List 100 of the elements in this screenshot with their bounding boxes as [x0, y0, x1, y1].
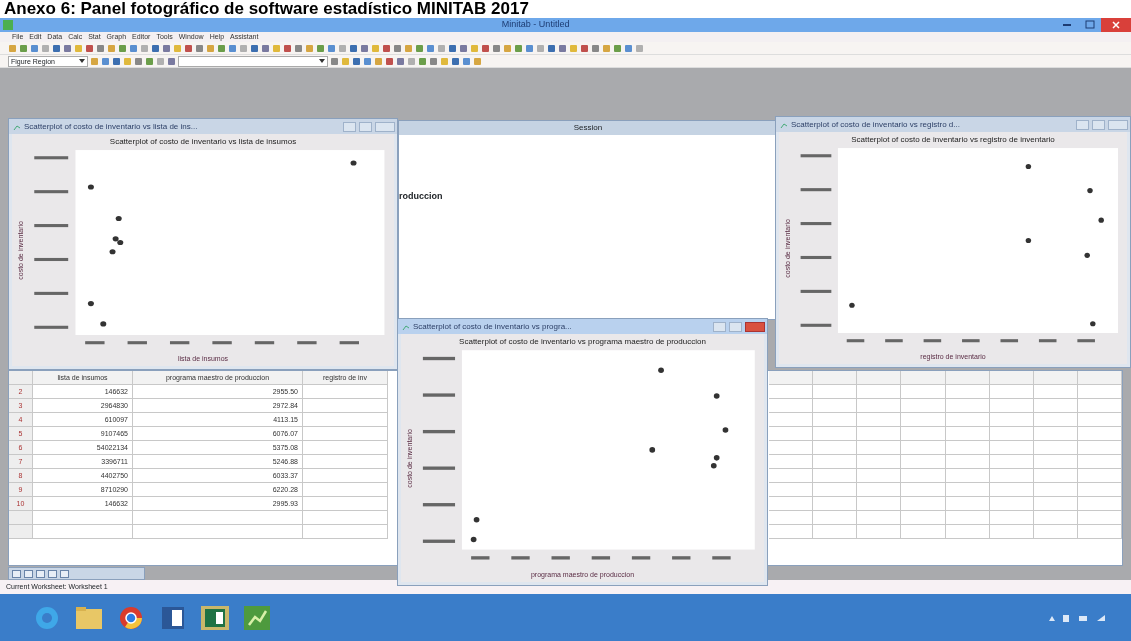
window-title: Scatterplot of costo de inventario vs registro d... — [791, 118, 961, 131]
caret-icon — [319, 59, 325, 63]
table-cell — [901, 497, 946, 511]
table-cell — [9, 371, 33, 385]
table-cell — [857, 385, 902, 399]
table-cell — [769, 469, 814, 483]
table-cell — [901, 385, 946, 399]
table-cell — [901, 441, 946, 455]
table-cell — [813, 455, 858, 469]
table-cell — [857, 413, 902, 427]
column-header[interactable] — [813, 371, 858, 385]
table-cell — [1033, 413, 1078, 427]
table-cell — [945, 497, 990, 511]
table-cell — [1077, 455, 1122, 469]
maximize-button[interactable] — [359, 121, 372, 132]
table-cell — [857, 511, 902, 525]
table-cell — [769, 399, 814, 413]
table-cell — [1077, 469, 1122, 483]
table-cell — [901, 427, 946, 441]
table-cell — [1033, 441, 1078, 455]
session-title: Session — [399, 121, 777, 135]
table-cell — [1033, 399, 1078, 413]
caret-icon — [79, 59, 85, 63]
column-header[interactable] — [945, 371, 990, 385]
table-cell — [813, 469, 858, 483]
table-cell — [1033, 483, 1078, 497]
table-cell — [9, 511, 33, 525]
table-cell — [769, 427, 814, 441]
table-cell — [769, 525, 814, 539]
column-header[interactable] — [901, 371, 946, 385]
table-cell — [1077, 385, 1122, 399]
table-cell — [989, 525, 1034, 539]
table-cell — [1077, 427, 1122, 441]
table-cell — [989, 469, 1034, 483]
column-header[interactable] — [1033, 371, 1078, 385]
table-cell — [901, 455, 946, 469]
table-cell — [813, 497, 858, 511]
table-cell — [1077, 399, 1122, 413]
close-button[interactable] — [745, 321, 765, 332]
table-cell — [813, 483, 858, 497]
table-cell — [1033, 385, 1078, 399]
close-button[interactable] — [1101, 18, 1131, 32]
dropdown[interactable] — [178, 55, 328, 67]
table-cell — [1077, 525, 1122, 539]
table-cell — [769, 413, 814, 427]
table-cell — [857, 469, 902, 483]
table-cell — [1077, 441, 1122, 455]
table-cell — [857, 399, 902, 413]
table-cell — [857, 525, 902, 539]
table-cell — [769, 511, 814, 525]
table-cell — [769, 441, 814, 455]
table-cell — [1033, 427, 1078, 441]
window-title: Scatterplot of costo de inventario vs lista de ins... — [24, 120, 199, 133]
caption: Anexo 6: Panel fotográfico de software estadístico MINITAB 2017 — [3, 0, 530, 18]
table-cell — [769, 455, 814, 469]
table-cell — [901, 399, 946, 413]
table-cell — [989, 427, 1034, 441]
table-cell — [813, 427, 858, 441]
maximize-icon — [1085, 20, 1095, 30]
table-cell — [945, 455, 990, 469]
table-cell — [989, 483, 1034, 497]
table-cell — [857, 427, 902, 441]
window-title: Scatterplot of costo de inventario vs progra... — [413, 320, 573, 333]
column-header[interactable] — [769, 371, 814, 385]
table-cell — [945, 483, 990, 497]
table-cell — [989, 455, 1034, 469]
table-cell — [813, 399, 858, 413]
chart-title: Scatterplot of costo de inventario vs registro de inventario — [850, 134, 1056, 146]
table-cell — [901, 483, 946, 497]
table-cell — [901, 413, 946, 427]
table-cell — [1077, 511, 1122, 525]
maximize-button[interactable] — [1092, 119, 1105, 130]
table-cell — [1077, 483, 1122, 497]
table-cell — [945, 427, 990, 441]
table-cell — [901, 511, 946, 525]
maximize-button[interactable] — [729, 321, 742, 332]
column-header[interactable] — [1077, 371, 1122, 385]
table-cell — [813, 511, 858, 525]
table-cell — [989, 385, 1034, 399]
table-cell — [813, 525, 858, 539]
session-text: roduccion — [399, 191, 443, 201]
table-cell — [989, 497, 1034, 511]
table-cell — [901, 469, 946, 483]
table-cell — [857, 483, 902, 497]
table-cell — [945, 511, 990, 525]
table-cell — [989, 441, 1034, 455]
chart-title: Scatterplot of costo de inventario vs programa maestro de produccion — [458, 336, 707, 348]
table-cell — [1077, 497, 1122, 511]
table-cell — [857, 455, 902, 469]
column-header[interactable] — [857, 371, 902, 385]
table-cell — [945, 469, 990, 483]
table-cell — [1033, 469, 1078, 483]
table-cell — [769, 483, 814, 497]
table-cell — [945, 525, 990, 539]
table-cell — [945, 413, 990, 427]
table-cell — [813, 413, 858, 427]
table-cell — [857, 497, 902, 511]
table-cell — [1077, 413, 1122, 427]
column-header[interactable] — [989, 371, 1034, 385]
table-cell — [945, 399, 990, 413]
